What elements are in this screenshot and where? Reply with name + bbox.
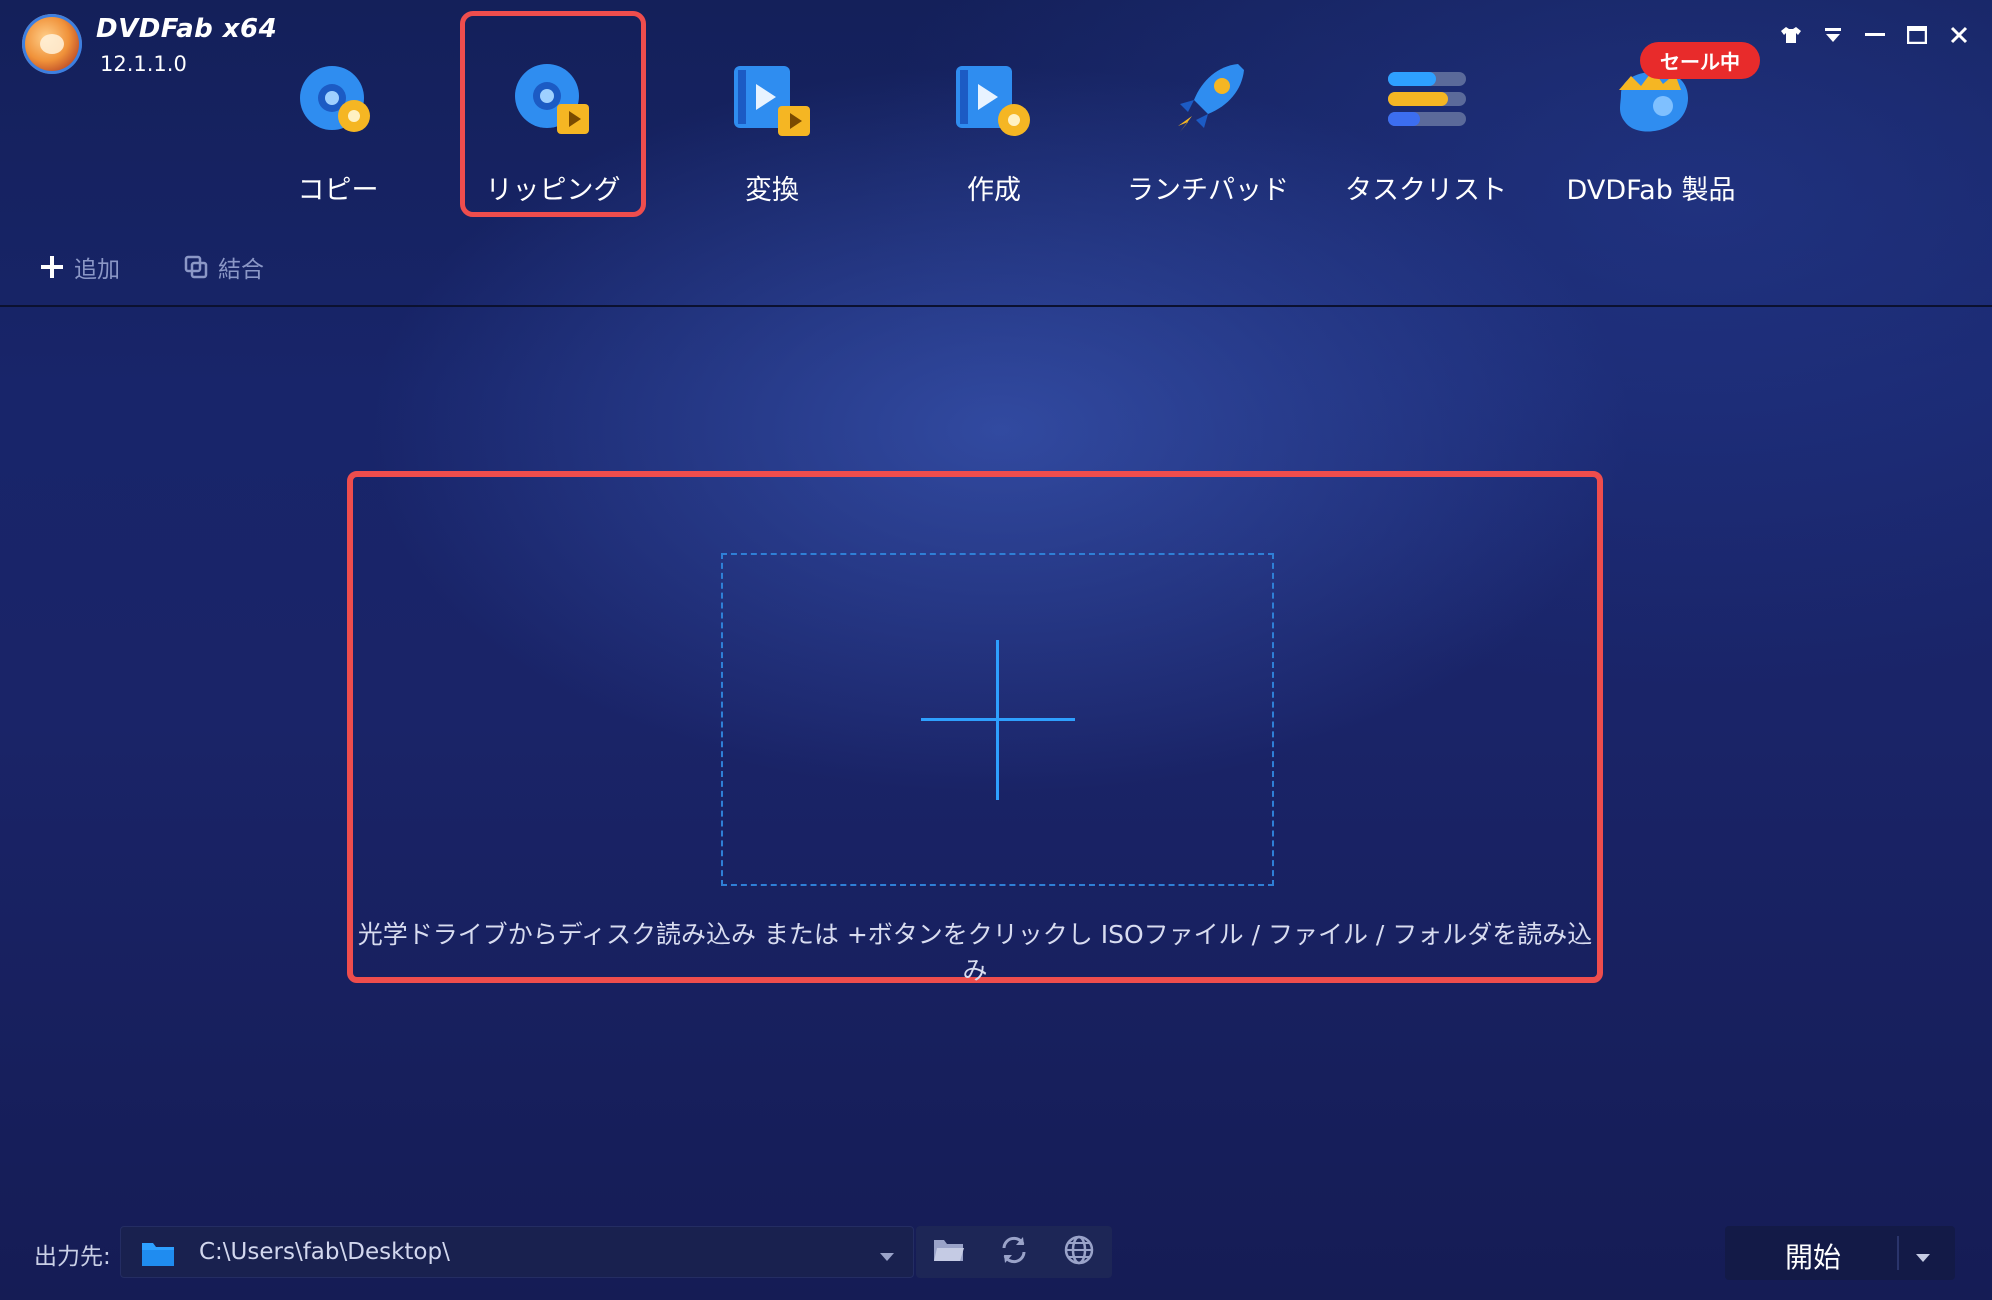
ripper-disc-icon bbox=[503, 50, 603, 150]
nav-label-ripper: リッピング bbox=[485, 175, 621, 206]
add-button[interactable]: 追加 bbox=[40, 250, 120, 284]
plus-icon bbox=[40, 255, 64, 279]
merge-button[interactable]: 結合 bbox=[184, 250, 264, 284]
start-button-divider bbox=[1897, 1236, 1899, 1270]
globe-icon[interactable] bbox=[1063, 1234, 1095, 1270]
add-label: 追加 bbox=[74, 257, 120, 283]
output-label: 出力先: bbox=[34, 1244, 111, 1270]
nav-label-converter: 変換 bbox=[745, 175, 799, 206]
start-label: 開始 bbox=[1785, 1241, 1842, 1274]
nav-item-copy[interactable]: コピー bbox=[248, 14, 428, 214]
refresh-icon[interactable] bbox=[998, 1234, 1030, 1270]
nav-label-copy: コピー bbox=[297, 175, 379, 206]
toolbar-divider bbox=[0, 305, 1992, 307]
output-actions bbox=[916, 1226, 1112, 1278]
output-path-select[interactable]: C:\Users\fab\Desktop\ bbox=[120, 1226, 914, 1278]
copy-disc-icon bbox=[288, 50, 388, 150]
merge-icon bbox=[184, 255, 208, 279]
launchpad-rocket-icon bbox=[1158, 50, 1258, 150]
nav-item-ripper[interactable]: リッピング bbox=[460, 11, 646, 217]
start-button[interactable]: 開始 bbox=[1725, 1226, 1955, 1280]
nav-label-products: DVDFab 製品 bbox=[1566, 175, 1736, 206]
converter-icon bbox=[722, 50, 822, 150]
module-nav: コピー リッピング 変換 作成 ランチパッド タスクリスト DVDFab 製品 … bbox=[0, 0, 1992, 230]
nav-item-converter[interactable]: 変換 bbox=[682, 14, 862, 214]
drop-zone-hint: 光学ドライブからディスク読み込み または +ボタンをクリックし ISOファイル … bbox=[357, 920, 1593, 985]
nav-label-launchpad: ランチパッド bbox=[1127, 175, 1289, 206]
dvdfab-window: DVDFab x64 12.1.1.0 コピー リッピング 変換 作成 ランチパ… bbox=[0, 0, 1992, 1300]
creator-icon bbox=[944, 50, 1044, 150]
merge-label: 結合 bbox=[218, 257, 264, 283]
toolbar: 追加 結合 bbox=[40, 250, 264, 284]
add-plus-icon-bar[interactable] bbox=[921, 718, 1075, 721]
open-folder-icon[interactable] bbox=[933, 1237, 965, 1267]
sale-badge[interactable]: セール中 bbox=[1640, 42, 1760, 79]
nav-item-launchpad[interactable]: ランチパッド bbox=[1118, 14, 1298, 214]
folder-icon bbox=[141, 1239, 175, 1271]
nav-item-task-list[interactable]: タスクリスト bbox=[1336, 14, 1516, 214]
output-path-value: C:\Users\fab\Desktop\ bbox=[199, 1239, 450, 1265]
nav-label-task-list: タスクリスト bbox=[1345, 175, 1507, 206]
chevron-down-icon[interactable] bbox=[879, 1247, 895, 1266]
nav-label-creator: 作成 bbox=[967, 175, 1021, 206]
nav-item-creator[interactable]: 作成 bbox=[904, 14, 1084, 214]
start-options-chevron-icon[interactable] bbox=[1915, 1248, 1931, 1267]
task-list-icon bbox=[1376, 50, 1476, 150]
